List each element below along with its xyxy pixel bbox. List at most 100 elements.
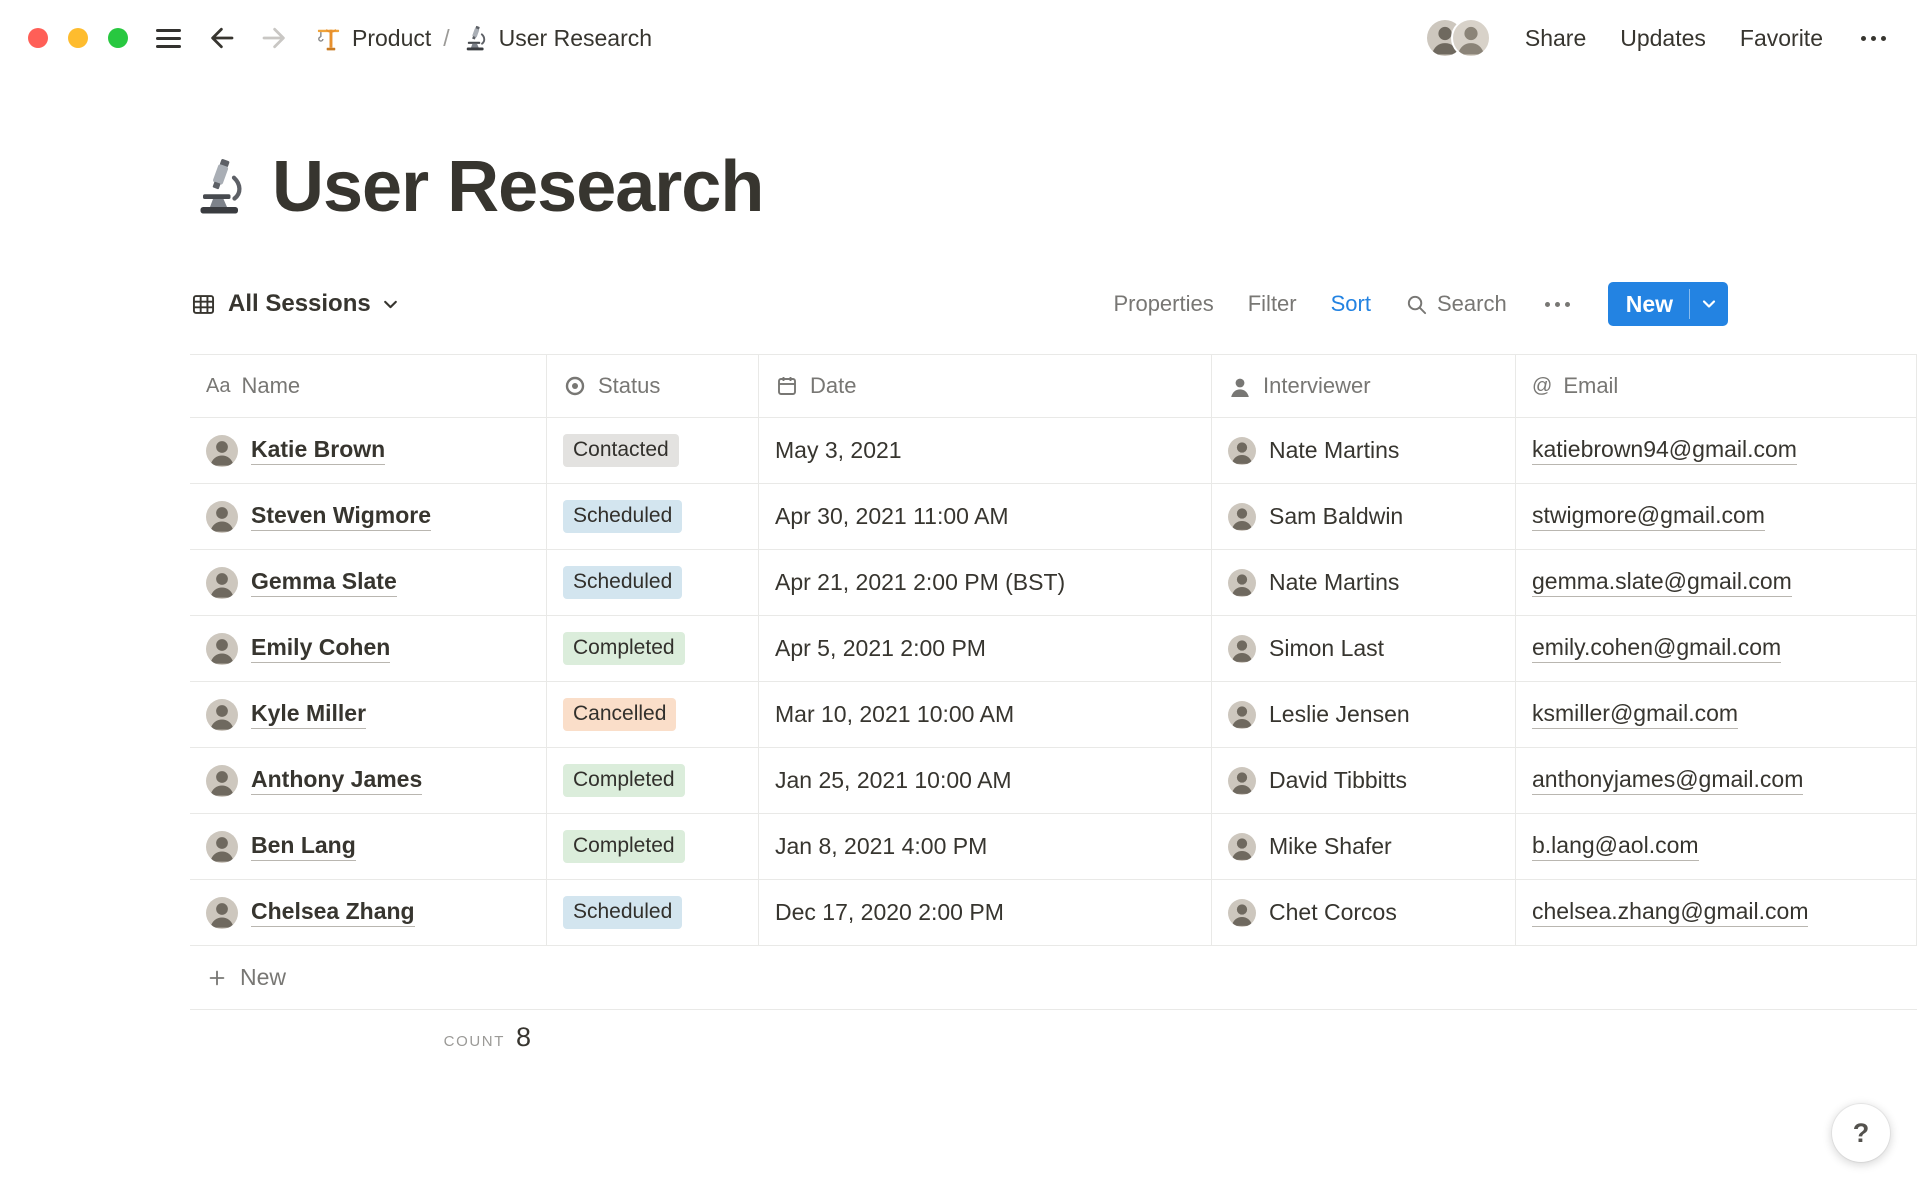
back-arrow-icon[interactable] [207,23,237,53]
status-cell[interactable]: Scheduled [547,550,759,615]
table-row[interactable]: Kyle Miller Cancelled Mar 10, 2021 10:00… [190,682,1917,748]
status-cell[interactable]: Cancelled [547,682,759,747]
updates-button[interactable]: Updates [1620,25,1706,52]
date-cell[interactable]: Mar 10, 2021 10:00 AM [759,682,1212,747]
page-link[interactable]: Gemma Slate [251,568,397,597]
page-link[interactable]: Anthony James [251,766,423,795]
email-cell[interactable]: gemma.slate@gmail.com [1516,550,1917,615]
page-link[interactable]: Emily Cohen [251,634,391,663]
filter-button[interactable]: Filter [1248,291,1297,317]
zoom-window-button[interactable] [108,28,128,48]
count-footer[interactable]: COUNT 8 [190,1022,547,1053]
email-link[interactable]: emily.cohen@gmail.com [1532,634,1782,663]
interviewer-cell[interactable]: Sam Baldwin [1212,484,1516,549]
status-badge[interactable]: Completed [563,764,685,797]
status-cell[interactable]: Completed [547,748,759,813]
interviewer-cell[interactable]: David Tibbitts [1212,748,1516,813]
table-row[interactable]: Chelsea Zhang Scheduled Dec 17, 2020 2:0… [190,880,1917,946]
column-header-date[interactable]: Date [759,355,1212,417]
table-row[interactable]: Steven Wigmore Scheduled Apr 30, 2021 11… [190,484,1917,550]
forward-arrow-icon[interactable] [259,23,289,53]
table-row[interactable]: Katie Brown Contacted May 3, 2021 Nate M… [190,418,1917,484]
table-row[interactable]: Gemma Slate Scheduled Apr 21, 2021 2:00 … [190,550,1917,616]
properties-button[interactable]: Properties [1113,291,1213,317]
table-row[interactable]: Ben Lang Completed Jan 8, 2021 4:00 PM M… [190,814,1917,880]
page-title[interactable]: User Research [272,146,764,228]
new-button-dropdown[interactable] [1690,282,1728,326]
interviewer-cell[interactable]: Nate Martins [1212,550,1516,615]
favorite-button[interactable]: Favorite [1740,25,1823,52]
date-cell[interactable]: Jan 25, 2021 10:00 AM [759,748,1212,813]
email-link[interactable]: ksmiller@gmail.com [1532,700,1739,729]
email-link[interactable]: gemma.slate@gmail.com [1532,568,1792,597]
interviewer-cell[interactable]: Leslie Jensen [1212,682,1516,747]
name-cell[interactable]: Ben Lang [190,814,547,879]
search-button[interactable]: Search [1405,291,1507,317]
column-header-name[interactable]: Aa Name [190,355,547,417]
email-link[interactable]: katiebrown94@gmail.com [1532,436,1797,465]
name-cell[interactable]: Emily Cohen [190,616,547,681]
name-cell[interactable]: Kyle Miller [190,682,547,747]
close-window-button[interactable] [28,28,48,48]
collaborator-avatars[interactable] [1426,18,1491,58]
status-cell[interactable]: Completed [547,616,759,681]
email-link[interactable]: b.lang@aol.com [1532,832,1699,861]
name-cell[interactable]: Katie Brown [190,418,547,483]
sidebar-toggle-icon[interactable] [156,28,181,48]
help-button[interactable]: ? [1832,1104,1890,1162]
column-header-interviewer[interactable]: Interviewer [1212,355,1516,417]
more-options-icon[interactable] [1857,32,1890,45]
table-row[interactable]: Anthony James Completed Jan 25, 2021 10:… [190,748,1917,814]
status-cell[interactable]: Contacted [547,418,759,483]
email-link[interactable]: chelsea.zhang@gmail.com [1532,898,1809,927]
page-icon-microscope[interactable] [190,157,250,217]
date-cell[interactable]: Apr 5, 2021 2:00 PM [759,616,1212,681]
email-cell[interactable]: anthonyjames@gmail.com [1516,748,1917,813]
new-button[interactable]: New [1608,282,1689,326]
page-link[interactable]: Chelsea Zhang [251,898,415,927]
name-cell[interactable]: Steven Wigmore [190,484,547,549]
page-link[interactable]: Ben Lang [251,832,356,861]
column-header-email[interactable]: @ Email [1516,355,1917,417]
email-cell[interactable]: ksmiller@gmail.com [1516,682,1917,747]
new-row-button[interactable]: New [190,946,1917,1010]
date-cell[interactable]: Jan 8, 2021 4:00 PM [759,814,1212,879]
interviewer-cell[interactable]: Mike Shafer [1212,814,1516,879]
date-cell[interactable]: Apr 21, 2021 2:00 PM (BST) [759,550,1212,615]
status-badge[interactable]: Completed [563,830,685,863]
interviewer-cell[interactable]: Nate Martins [1212,418,1516,483]
column-header-status[interactable]: Status [547,355,759,417]
name-cell[interactable]: Gemma Slate [190,550,547,615]
status-cell[interactable]: Scheduled [547,484,759,549]
minimize-window-button[interactable] [68,28,88,48]
status-badge[interactable]: Scheduled [563,896,683,929]
date-cell[interactable]: Dec 17, 2020 2:00 PM [759,880,1212,945]
page-link[interactable]: Steven Wigmore [251,502,432,531]
sort-button[interactable]: Sort [1331,291,1371,317]
status-badge[interactable]: Scheduled [563,500,683,533]
view-switcher-all-sessions[interactable]: All Sessions [190,290,399,318]
share-button[interactable]: Share [1525,25,1586,52]
page-link[interactable]: Kyle Miller [251,700,367,729]
email-cell[interactable]: b.lang@aol.com [1516,814,1917,879]
status-badge[interactable]: Scheduled [563,566,683,599]
interviewer-cell[interactable]: Simon Last [1212,616,1516,681]
interviewer-cell[interactable]: Chet Corcos [1212,880,1516,945]
email-cell[interactable]: emily.cohen@gmail.com [1516,616,1917,681]
page-link[interactable]: Katie Brown [251,436,386,465]
breadcrumb-item-user-research[interactable]: User Research [462,24,652,52]
table-row[interactable]: Emily Cohen Completed Apr 5, 2021 2:00 P… [190,616,1917,682]
name-cell[interactable]: Anthony James [190,748,547,813]
email-link[interactable]: stwigmore@gmail.com [1532,502,1765,531]
date-cell[interactable]: Apr 30, 2021 11:00 AM [759,484,1212,549]
email-cell[interactable]: stwigmore@gmail.com [1516,484,1917,549]
view-options-icon[interactable] [1541,298,1574,311]
email-cell[interactable]: katiebrown94@gmail.com [1516,418,1917,483]
email-cell[interactable]: chelsea.zhang@gmail.com [1516,880,1917,945]
status-badge[interactable]: Contacted [563,434,679,467]
status-badge[interactable]: Cancelled [563,698,677,731]
status-cell[interactable]: Completed [547,814,759,879]
date-cell[interactable]: May 3, 2021 [759,418,1212,483]
breadcrumb-item-product[interactable]: Product [315,25,431,52]
status-cell[interactable]: Scheduled [547,880,759,945]
